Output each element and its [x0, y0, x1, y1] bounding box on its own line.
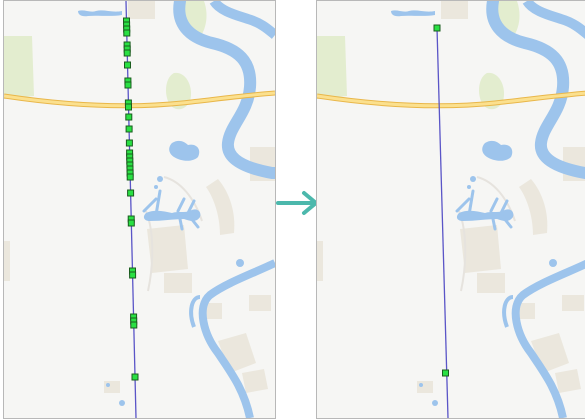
vertex-handle[interactable] — [125, 125, 133, 133]
vertex-handle[interactable] — [125, 139, 133, 147]
vertex-handle[interactable] — [126, 173, 134, 181]
vertex-handle[interactable] — [130, 321, 138, 329]
right-arrow-icon — [276, 191, 318, 215]
basemap-after — [317, 1, 585, 418]
vertex-handle[interactable] — [125, 103, 132, 111]
vertex-handle[interactable] — [124, 61, 131, 69]
vertex-handle[interactable] — [129, 271, 137, 279]
vertex-handle[interactable] — [124, 81, 132, 89]
map-after-svg — [317, 1, 585, 418]
vertex-handle[interactable] — [442, 369, 449, 377]
map-panel-before — [3, 0, 276, 419]
vertex-handle[interactable] — [131, 373, 139, 381]
vertex-handle[interactable] — [123, 49, 131, 57]
vertex-handle[interactable] — [127, 189, 135, 197]
basemap-before — [4, 1, 275, 418]
vertex-handle[interactable] — [433, 24, 441, 32]
map-panel-after — [316, 0, 585, 419]
map-before-svg — [4, 1, 275, 418]
vertex-handle[interactable] — [127, 219, 135, 227]
vertex-handle[interactable] — [123, 29, 131, 37]
vertex-handle[interactable] — [125, 113, 133, 121]
